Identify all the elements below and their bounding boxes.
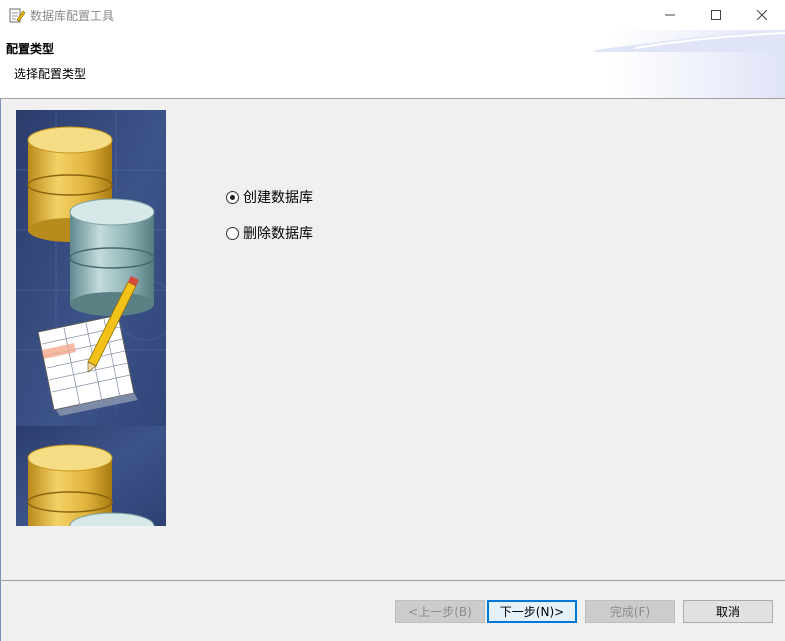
- minimize-button[interactable]: [647, 0, 693, 30]
- window-left-border: [0, 99, 1, 641]
- title-bar[interactable]: 数据库配置工具: [0, 0, 785, 30]
- wizard-header: 配置类型 选择配置类型: [0, 30, 785, 99]
- option-create-database[interactable]: 创建数据库: [226, 187, 313, 207]
- database-edit-icon: [9, 7, 26, 23]
- option-label: 创建数据库: [243, 190, 313, 206]
- radio-unselected-icon[interactable]: [226, 226, 239, 240]
- wizard-window: 数据库配置工具 配置类型 选择配置类型 创建数据库 删除数据库 <上一步(B) …: [0, 0, 785, 641]
- page-title: 配置类型: [6, 42, 55, 56]
- option-delete-database[interactable]: 删除数据库: [226, 223, 313, 243]
- close-icon: [757, 10, 767, 20]
- footer-divider: [0, 580, 785, 581]
- header-decoration: [595, 30, 785, 52]
- back-button[interactable]: <上一步(B): [395, 600, 485, 623]
- page-subtitle: 选择配置类型: [14, 67, 87, 81]
- maximize-button[interactable]: [693, 0, 739, 30]
- close-button[interactable]: [739, 0, 785, 30]
- minimize-icon: [665, 14, 675, 16]
- maximize-icon: [711, 10, 721, 20]
- finish-button[interactable]: 完成(F): [585, 600, 675, 623]
- database-wizard-illustration: [16, 110, 166, 526]
- radio-selected-icon[interactable]: [226, 190, 239, 204]
- cancel-button[interactable]: 取消: [683, 600, 773, 623]
- option-label: 删除数据库: [243, 226, 313, 242]
- window-title: 数据库配置工具: [30, 9, 115, 23]
- next-button[interactable]: 下一步(N)>: [487, 600, 577, 623]
